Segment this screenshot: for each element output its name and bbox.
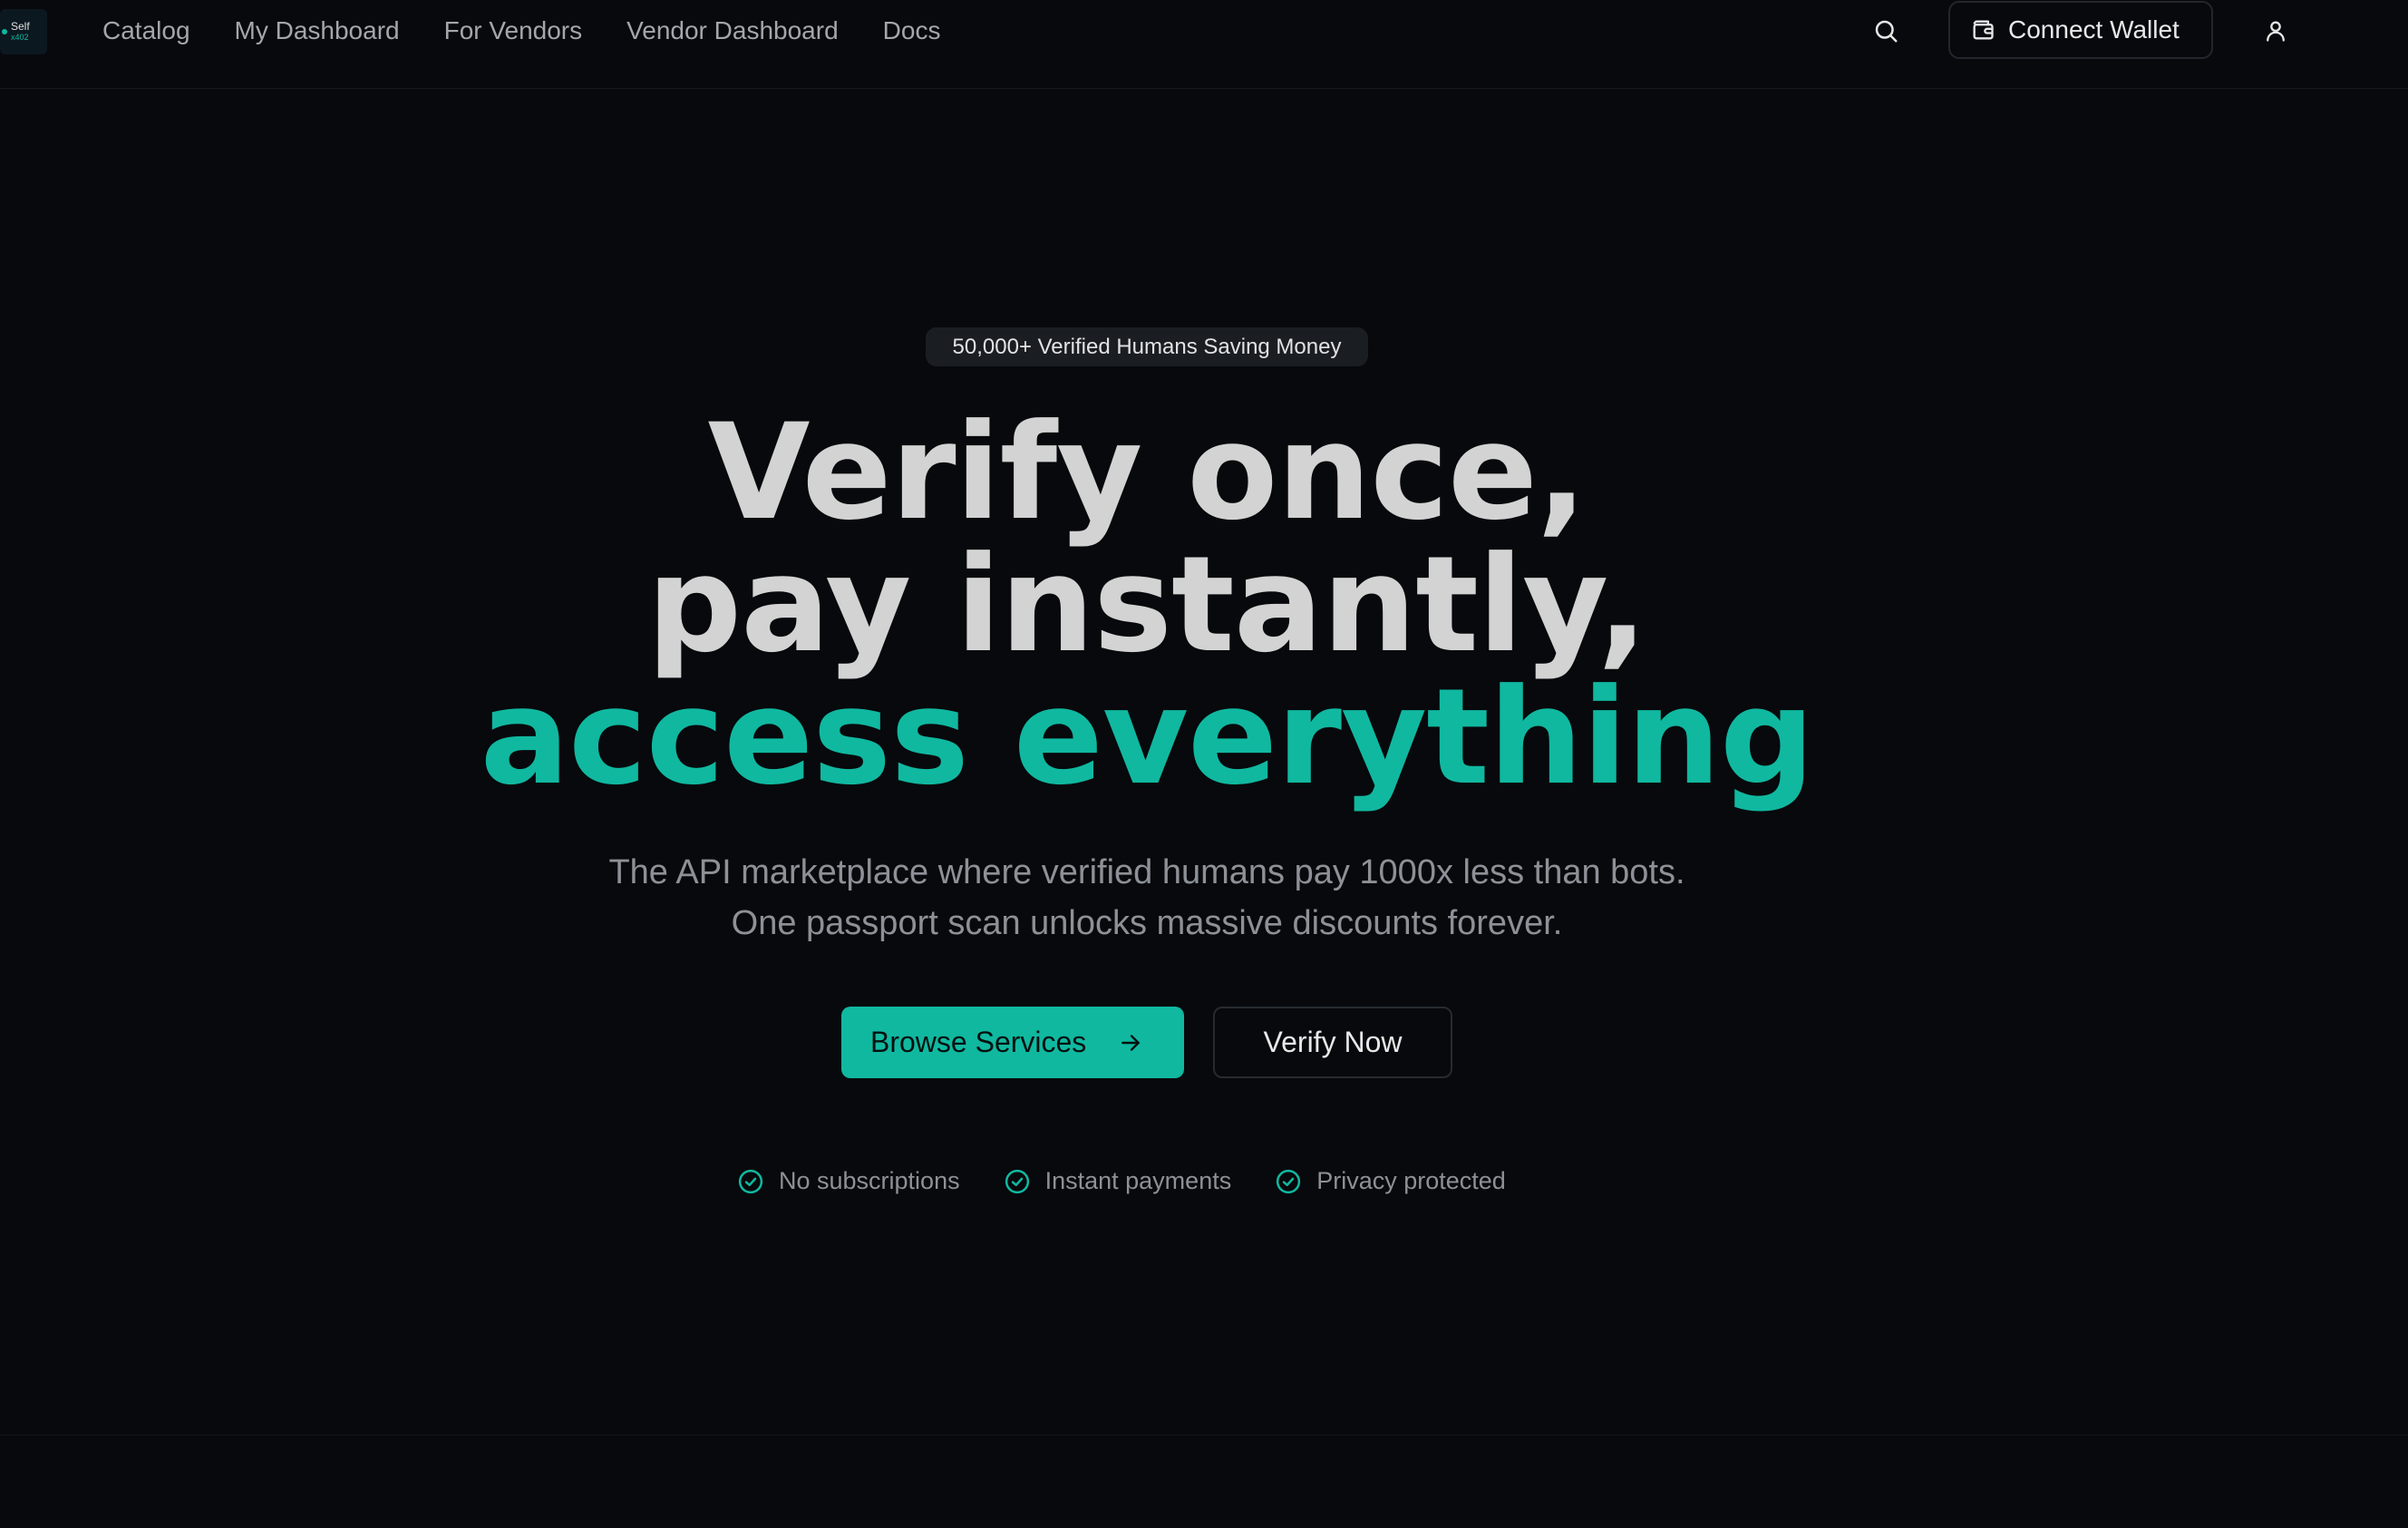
wallet-icon [1973,20,1994,40]
nav-link-my-dashboard[interactable]: My Dashboard [235,13,400,49]
feature-item: No subscriptions [737,1167,960,1195]
subtitle-line-1: The API marketplace where verified human… [608,853,1685,891]
logo-dot [2,29,7,34]
user-icon [2267,21,2285,42]
search-icon [1875,20,1898,43]
headline-line-3: access everything [480,660,1815,814]
hero-subtitle: The API marketplace where verified human… [0,847,2294,949]
search-button[interactable] [1869,15,1902,47]
nav-links: Catalog My Dashboard For Vendors Vendor … [102,13,985,49]
verify-now-label: Verify Now [1263,1026,1403,1058]
check-circle-icon [1005,1169,1029,1193]
feature-item: Instant payments [1004,1167,1232,1195]
logo-line-1: Self [11,20,30,33]
feature-item: Privacy protected [1275,1167,1506,1195]
hero-headline: Verify once, pay instantly, access every… [0,406,2294,803]
logo-line-2: x402 [11,33,29,42]
landing-page: Self x402 Catalog My Dashboard For Vendo… [0,0,2408,1528]
arrow-right-icon [1119,1031,1142,1055]
headline-line-1: Verify once, [707,395,1588,550]
feature-label: Privacy protected [1316,1167,1506,1194]
nav-link-catalog[interactable]: Catalog [102,13,190,49]
check-circle-icon [1277,1169,1301,1193]
nav-link-for-vendors[interactable]: For Vendors [444,13,583,49]
check-circle-icon [738,1169,763,1193]
user-account-button[interactable] [2258,13,2294,49]
nav-link-vendor-dashboard[interactable]: Vendor Dashboard [626,13,839,49]
connect-wallet-label: Connect Wallet [2008,15,2180,44]
top-nav: Self x402 Catalog My Dashboard For Vendo… [0,0,2408,89]
feature-label: No subscriptions [779,1167,960,1194]
feature-label: Instant payments [1044,1167,1232,1194]
feature-list: No subscriptions Instant payments Privac… [737,1167,1549,1195]
section-divider [0,1435,2408,1436]
verified-humans-badge: 50,000+ Verified Humans Saving Money [926,327,1368,366]
brand-logo[interactable]: Self x402 [0,9,47,54]
nav-link-docs[interactable]: Docs [883,13,941,49]
headline-line-2: pay instantly, [646,528,1648,682]
connect-wallet-button[interactable]: Connect Wallet [1948,1,2213,59]
subtitle-line-2: One passport scan unlocks massive discou… [731,904,1563,942]
browse-services-label: Browse Services [870,1026,1087,1058]
browse-services-button[interactable]: Browse Services [841,1007,1184,1078]
verify-now-button[interactable]: Verify Now [1213,1007,1452,1078]
logo-text: Self x402 [11,21,30,43]
